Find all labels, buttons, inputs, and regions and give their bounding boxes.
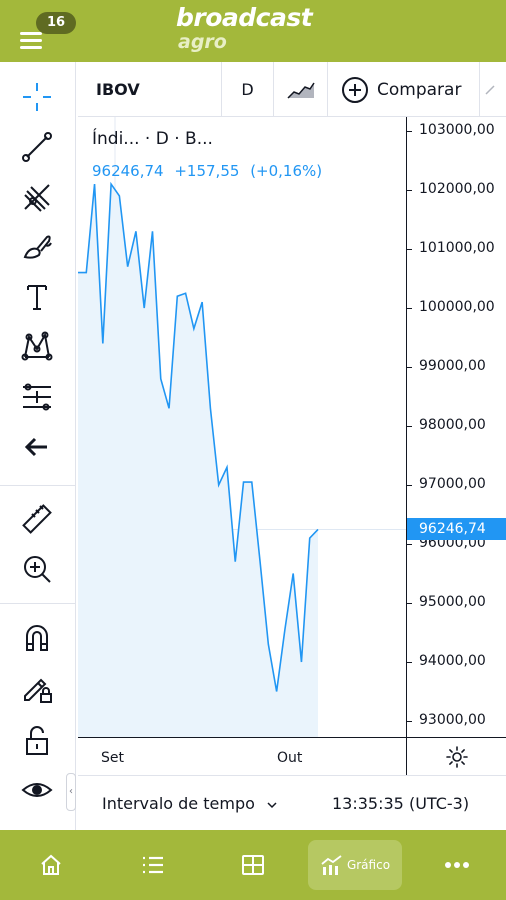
tick-mark <box>407 308 412 309</box>
arrow-left-icon[interactable] <box>12 424 62 470</box>
fib-retracement-icon[interactable] <box>12 374 62 420</box>
nav-list[interactable] <box>128 840 178 890</box>
pitchfork-icon[interactable] <box>12 174 62 220</box>
notification-badge: 16 <box>36 12 76 34</box>
price-tick-label: 94000,00 <box>419 653 486 669</box>
app-header: 16 broadcast agro <box>0 0 506 62</box>
tick-mark <box>407 249 412 250</box>
tick-mark <box>407 131 412 132</box>
time-interval-dropdown[interactable]: Intervalo de tempo <box>102 794 278 813</box>
crosshair-icon[interactable] <box>12 74 62 120</box>
home-icon <box>41 854 61 875</box>
price-tick-label: 93000,00 <box>419 712 486 728</box>
nav-chart-label: Gráfico <box>346 858 391 872</box>
chevron-icon <box>485 84 495 95</box>
chart-bottom-toolbar: Intervalo de tempo 13:35:35 (UTC-3) <box>78 775 506 830</box>
pattern-icon[interactable] <box>12 324 62 370</box>
chart-settings-button[interactable] <box>406 737 506 775</box>
lock-drawing-icon[interactable] <box>12 665 62 711</box>
list-icon <box>143 856 163 874</box>
tick-mark <box>407 485 412 486</box>
chart-toolbar: IBOV D Comparar <box>78 62 506 117</box>
tick-mark <box>407 367 412 368</box>
legend-last-value: 96246,74 <box>92 162 164 180</box>
bottom-navigation: Gráfico <box>0 830 506 900</box>
chevron-down-icon <box>267 802 277 809</box>
compare-label: Comparar <box>377 79 462 100</box>
magnet-icon[interactable] <box>12 615 62 661</box>
hamburger-icon-bar <box>20 39 42 42</box>
tick-mark <box>407 662 412 663</box>
symbol-search-button[interactable]: IBOV <box>78 62 222 117</box>
price-tick-label: 97000,00 <box>419 476 486 492</box>
collapse-toolbar-handle[interactable]: ‹ <box>66 773 76 811</box>
price-tick-label: 99000,00 <box>419 358 486 374</box>
time-label: Out <box>277 750 303 766</box>
tick-mark <box>407 603 412 604</box>
zoom-in-icon[interactable] <box>12 546 62 592</box>
nav-more[interactable] <box>432 840 482 890</box>
price-tick-label: 95000,00 <box>419 594 486 610</box>
brand-logo: broadcast agro <box>176 3 313 53</box>
price-tick-label: 103000,00 <box>419 122 495 138</box>
nav-home[interactable] <box>26 840 76 890</box>
brush-icon[interactable] <box>12 224 62 270</box>
price-tick-label: 102000,00 <box>419 181 495 197</box>
clock-timezone[interactable]: 13:35:35 (UTC-3) <box>332 794 469 813</box>
toolbar-overflow-button[interactable] <box>480 62 506 117</box>
text-icon[interactable] <box>12 274 62 320</box>
compare-button[interactable]: Comparar <box>328 62 480 117</box>
trend-line-icon[interactable] <box>12 124 62 170</box>
eye-icon[interactable] <box>12 767 62 813</box>
chart-pane[interactable]: Índi... · D · B... 96246,74 +157,55 (+0,… <box>78 117 406 737</box>
tick-mark <box>407 190 412 191</box>
time-label: Set <box>101 750 124 766</box>
series-legend-values: 96246,74 +157,55 (+0,16%) <box>92 162 328 180</box>
time-scale[interactable]: Set Out <box>78 737 406 775</box>
price-chart <box>78 117 406 737</box>
hamburger-icon <box>20 32 42 35</box>
more-icon <box>445 862 469 868</box>
unlock-icon[interactable] <box>12 717 62 763</box>
gear-icon <box>445 745 468 768</box>
chart-type-button[interactable] <box>274 62 328 117</box>
price-scale[interactable]: 103000,00 102000,00 101000,00 100000,00 9900… <box>406 117 506 737</box>
price-tick-label: 101000,00 <box>419 240 495 256</box>
tick-mark <box>407 721 412 722</box>
grid-icon <box>242 855 264 875</box>
tick-mark <box>407 426 412 427</box>
interval-button[interactable]: D <box>222 62 274 117</box>
legend-change-percent: (+0,16%) <box>250 162 323 180</box>
nav-chart[interactable]: Gráfico <box>308 840 402 890</box>
tick-mark <box>407 544 412 545</box>
drawing-toolbar: ‹ <box>0 62 76 830</box>
plus-circle-icon <box>342 76 368 103</box>
legend-change: +157,55 <box>174 162 240 180</box>
area-chart-icon <box>286 82 315 99</box>
price-tick-label: 98000,00 <box>419 417 486 433</box>
brand-suffix: agro <box>178 31 227 53</box>
menu-button[interactable]: 16 <box>14 12 76 52</box>
time-interval-label: Intervalo de tempo <box>102 794 255 813</box>
price-tick-label: 100000,00 <box>419 299 495 315</box>
brand-name: broadcast <box>176 3 313 32</box>
last-price-label: 96246,74 <box>407 518 506 541</box>
ruler-icon[interactable] <box>12 496 62 542</box>
chart-icon <box>321 855 342 875</box>
nav-grid[interactable] <box>228 840 278 890</box>
series-legend-title: Índi... · D · B... <box>92 129 213 149</box>
hamburger-icon-bar <box>20 46 42 49</box>
